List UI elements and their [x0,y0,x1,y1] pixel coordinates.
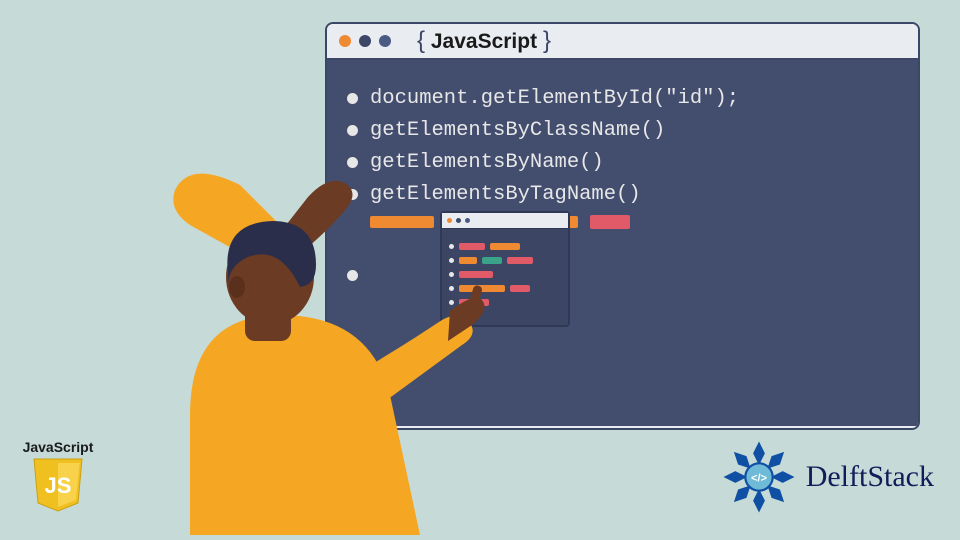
brace-left-icon: { [417,27,425,54]
delftstack-rosette-icon: </> [722,440,796,514]
traffic-light-minimize-icon [359,35,371,47]
javascript-label: JavaScript [22,439,94,455]
window-titlebar: { JavaScript } [327,24,918,60]
person-illustration [130,165,550,535]
bullet-icon [347,125,358,136]
delftstack-name: DelftStack [806,460,934,494]
javascript-shield-icon: JS [32,457,84,513]
shield-js-text: JS [45,473,72,498]
bullet-icon [347,93,358,104]
code-line: getElementsByClassName() [347,119,898,142]
code-glyph: </> [751,472,768,484]
title-text: JavaScript [431,30,537,53]
traffic-light-zoom-icon [379,35,391,47]
code-text: getElementsByClassName() [370,119,665,142]
code-line: document.getElementById("id"); [347,87,898,110]
code-text: document.getElementById("id"); [370,87,739,110]
brace-right-icon: } [543,27,551,54]
traffic-light-close-icon [339,35,351,47]
code-bar-icon [590,215,630,229]
javascript-badge: JavaScript JS [22,439,94,518]
window-title: { JavaScript } [417,27,551,55]
person-icon [130,165,550,535]
delftstack-logo: </> DelftStack [722,440,934,514]
